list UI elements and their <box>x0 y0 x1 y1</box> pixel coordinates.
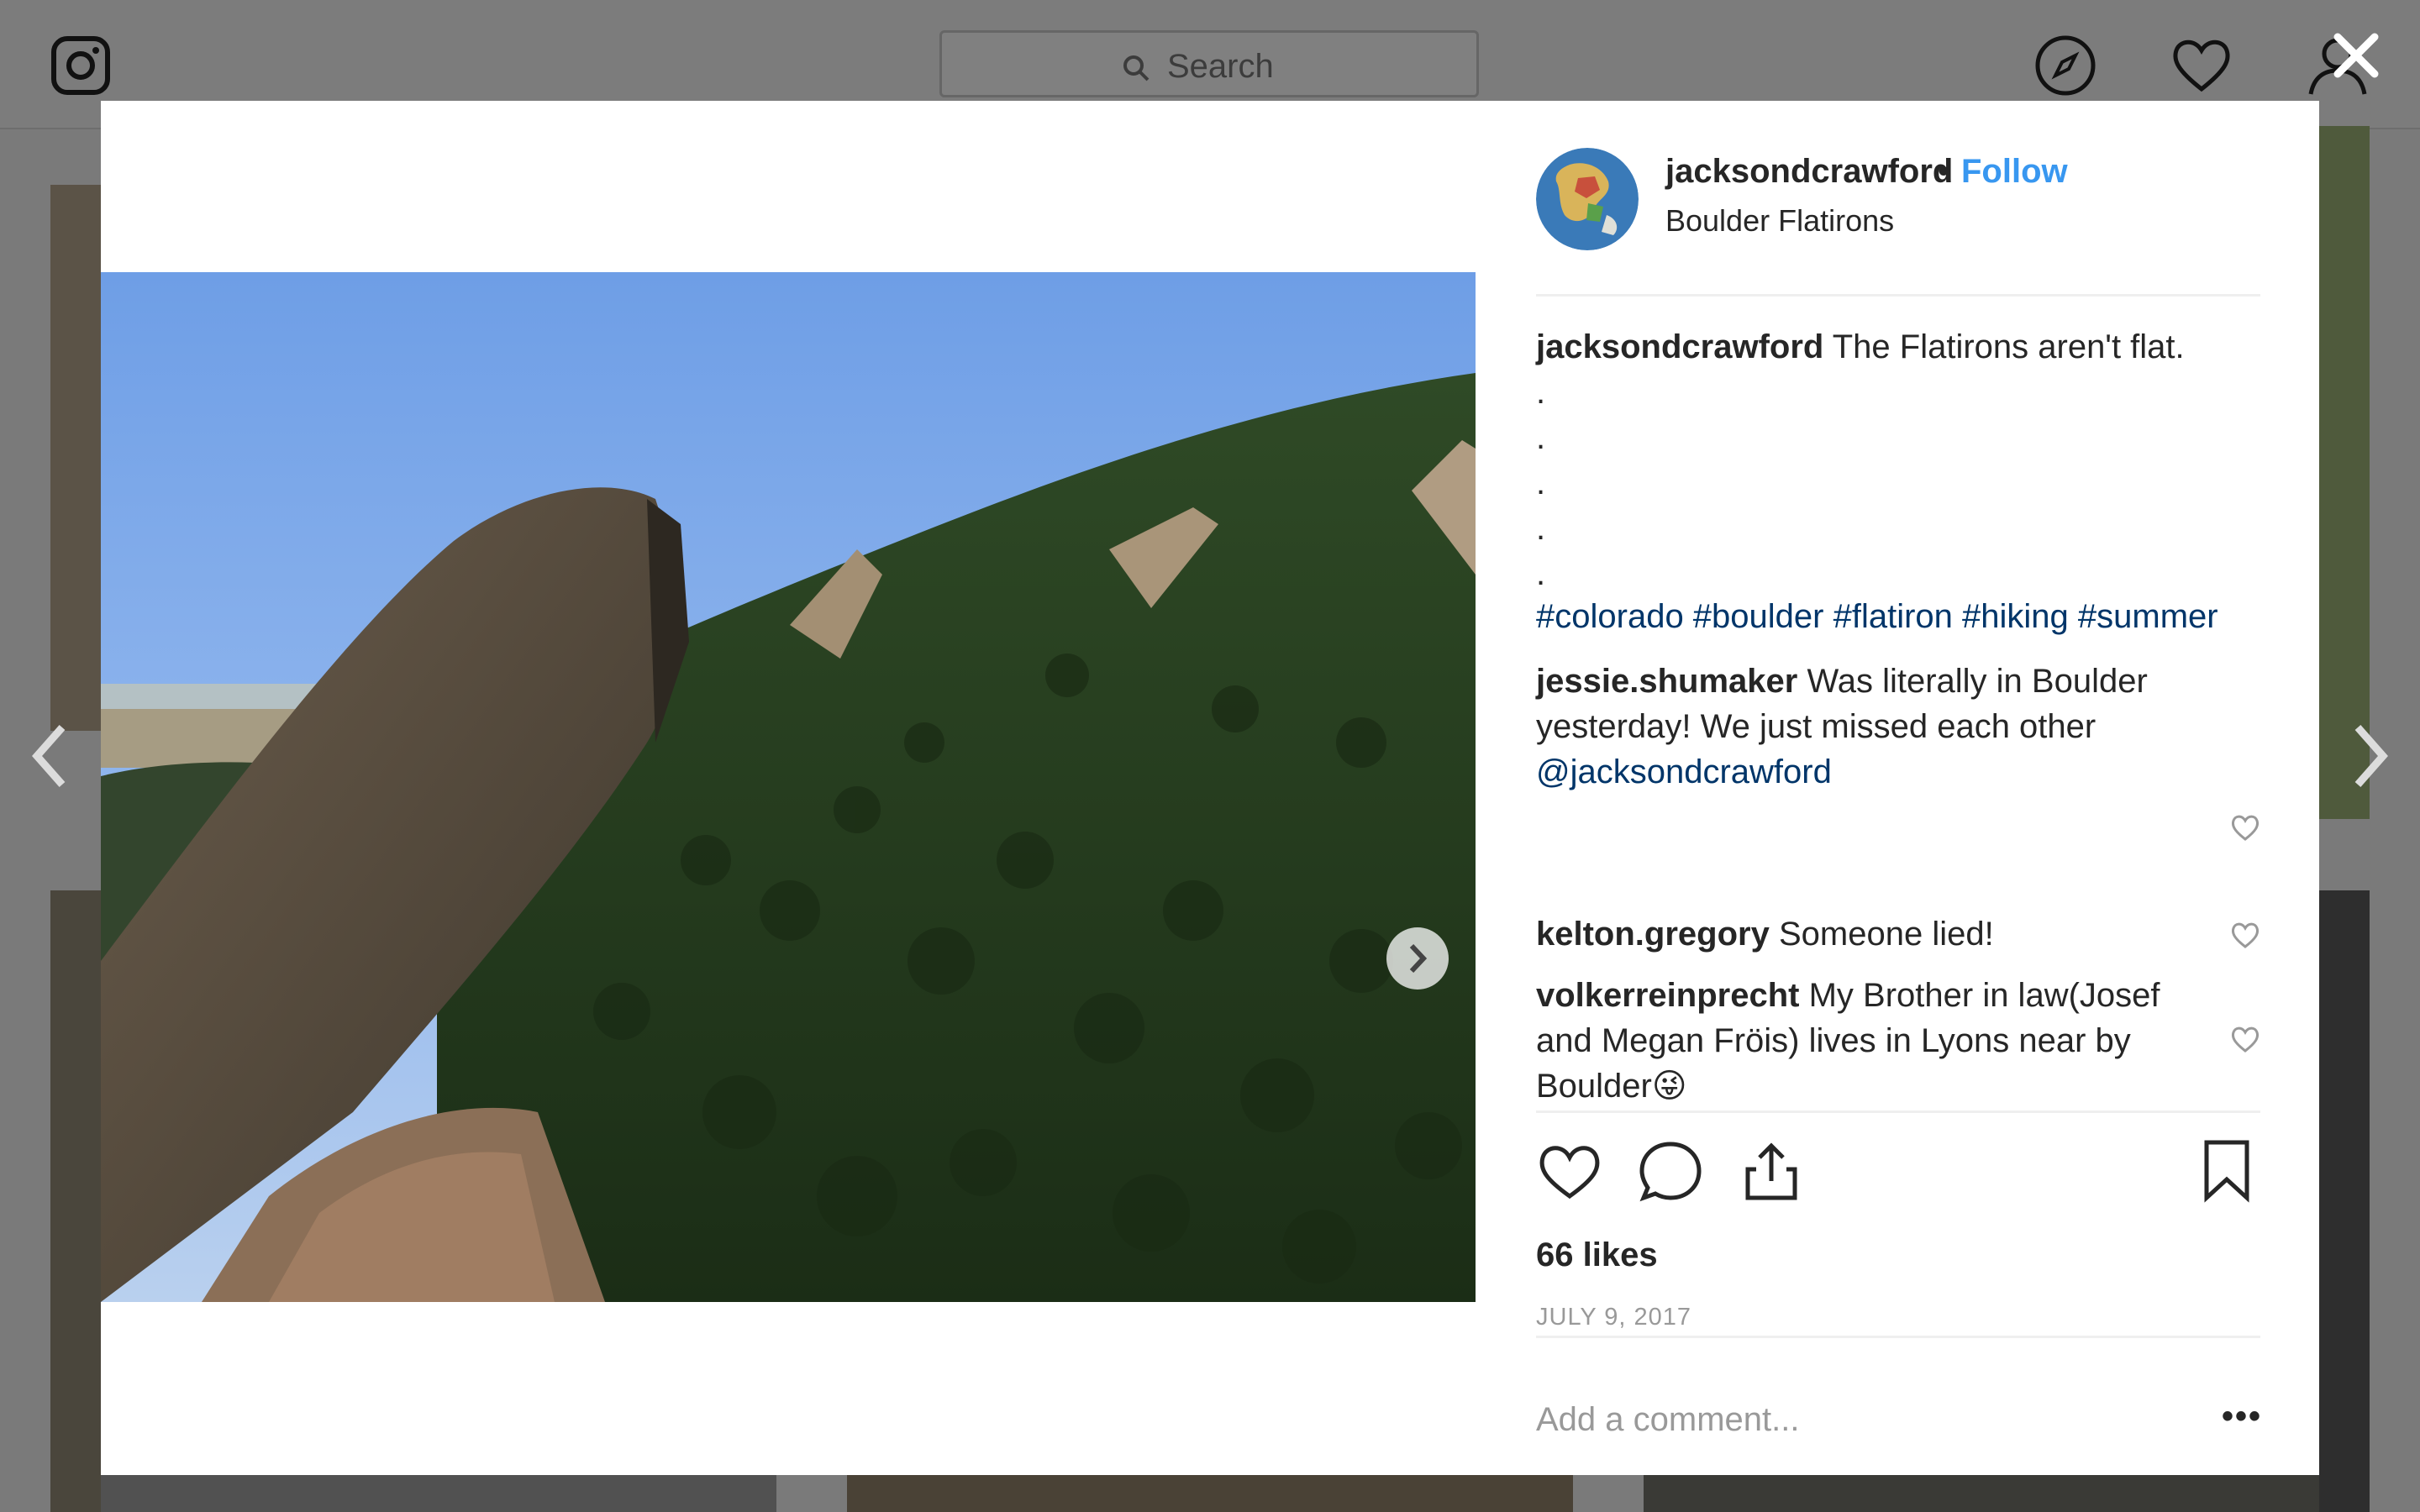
comment-like-heart-icon[interactable] <box>2230 921 2260 949</box>
avatar[interactable] <box>1536 148 1639 250</box>
background-post-tile[interactable] <box>847 1475 1573 1512</box>
search-placeholder: Search <box>1167 48 1274 85</box>
more-options-icon[interactable]: ••• <box>2222 1398 2262 1436</box>
comment-text: Someone lied! <box>1778 916 1994 953</box>
comment-like-heart-icon[interactable] <box>2230 1025 2260 1053</box>
mountain-photo-image <box>101 272 1476 1302</box>
caption-dot: . <box>1536 510 1546 547</box>
comment-bubble-icon[interactable] <box>1637 1137 1704 1205</box>
post-side-panel: jacksondcrawford • Follow Boulder Flatir… <box>1536 101 2260 1475</box>
comment-username[interactable]: kelton.gregory <box>1536 916 1770 953</box>
post-date[interactable]: JULY 9, 2017 <box>1536 1304 1691 1331</box>
background-post-tile[interactable] <box>101 1475 776 1512</box>
chevron-right-icon <box>1409 943 1428 974</box>
separator-dot: • <box>1938 153 1950 190</box>
post-modal: jacksondcrawford • Follow Boulder Flatir… <box>101 101 2319 1475</box>
background-post-tile[interactable] <box>2319 890 2370 1512</box>
header-divider <box>1536 294 2260 297</box>
comment-item: kelton.gregory Someone lied! <box>1536 911 2208 957</box>
search-box[interactable]: Search <box>939 30 1479 97</box>
close-icon[interactable] <box>2333 32 2380 79</box>
post-caption: jacksondcrawford The Flatirons aren't fl… <box>1536 324 2260 596</box>
background-post-tile[interactable] <box>50 185 101 731</box>
share-upload-icon[interactable] <box>1738 1137 1805 1205</box>
comment-username[interactable]: jessie.shumaker <box>1536 663 1797 700</box>
add-comment-input[interactable]: Add a comment... <box>1536 1401 1799 1439</box>
comment-item: jessie.shumaker Was literally in Boulder… <box>1536 659 2208 795</box>
explore-compass-icon[interactable] <box>2033 34 2097 97</box>
comment-username[interactable]: volkerreinprecht <box>1536 977 1799 1014</box>
save-bookmark-icon[interactable] <box>2193 1137 2260 1205</box>
like-heart-icon[interactable] <box>1536 1137 1603 1205</box>
caption-dot: . <box>1536 555 1546 592</box>
caption-dot: . <box>1536 465 1546 501</box>
likes-count[interactable]: 66 likes <box>1536 1236 1658 1274</box>
caption-text: The Flatirons aren't flat. <box>1832 328 2185 365</box>
comment-like-heart-icon[interactable] <box>2230 813 2260 842</box>
previous-post-arrow-icon[interactable] <box>29 722 71 790</box>
activity-heart-icon[interactable] <box>2170 34 2233 97</box>
comment-mention[interactable]: @jacksondcrawford <box>1536 753 1832 790</box>
caption-hashtags[interactable]: #colorado #boulder #flatiron #hiking #su… <box>1536 598 2218 636</box>
post-author-username[interactable]: jacksondcrawford <box>1665 153 1953 191</box>
caption-username[interactable]: jacksondcrawford <box>1536 328 1823 365</box>
photo-next-button[interactable] <box>1386 927 1449 990</box>
globe-avatar-image <box>1536 148 1639 250</box>
actions-divider <box>1536 1110 2260 1113</box>
comment-item: volkerreinprecht My Brother in law(Josef… <box>1536 973 2208 1109</box>
caption-dot: . <box>1536 374 1546 411</box>
background-post-tile[interactable] <box>1644 1475 2319 1512</box>
next-post-arrow-icon[interactable] <box>2349 722 2391 790</box>
background-post-tile[interactable] <box>2319 126 2370 819</box>
instagram-logo-icon[interactable] <box>50 35 111 96</box>
follow-button[interactable]: Follow <box>1961 153 2068 191</box>
post-photo[interactable] <box>101 272 1476 1302</box>
comment-box-divider <box>1536 1336 2260 1338</box>
background-post-tile[interactable] <box>50 890 101 1512</box>
post-location[interactable]: Boulder Flatirons <box>1665 203 1894 239</box>
search-icon <box>1123 55 1150 81</box>
caption-dot: . <box>1536 419 1546 456</box>
